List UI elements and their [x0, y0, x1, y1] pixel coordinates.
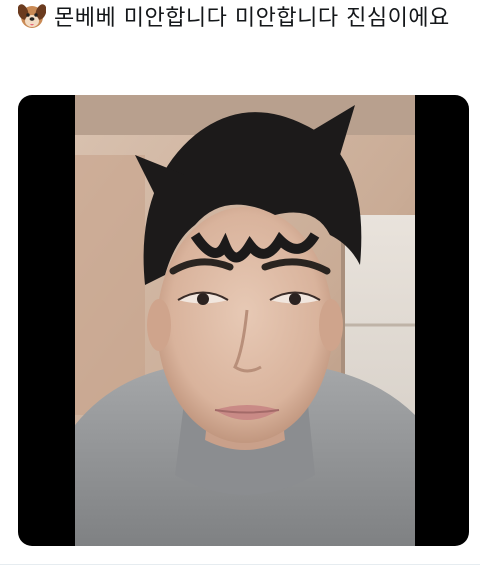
- tweet-text-block: 몬베베 미안합니다 미안합니다 진심이에요: [17, 2, 468, 35]
- dog-face-icon: [17, 3, 47, 29]
- tweet-media[interactable]: [18, 95, 469, 546]
- bottom-divider: [0, 564, 480, 565]
- video-still-photo: [75, 95, 415, 546]
- tweet-text: 몬베베 미안합니다 미안합니다 진심이에요: [54, 6, 450, 31]
